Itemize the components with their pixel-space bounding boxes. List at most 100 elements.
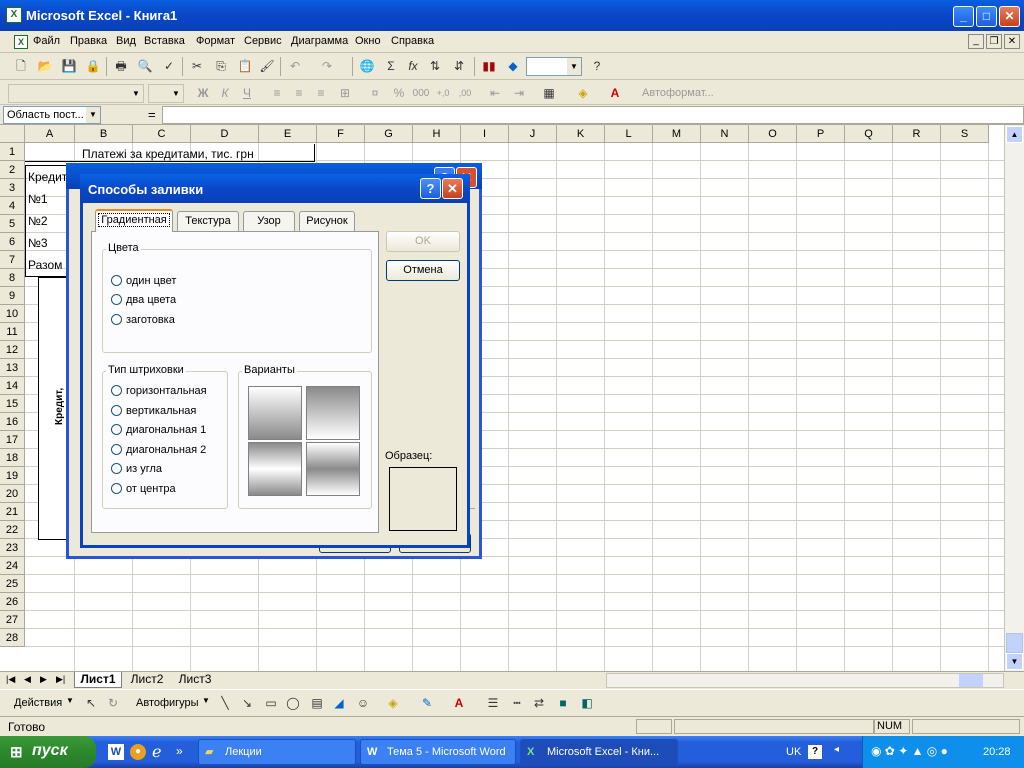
variant-swatch-4[interactable]	[306, 442, 360, 496]
doc-restore-button[interactable]: ❐	[986, 34, 1002, 49]
row-header[interactable]: 2	[0, 161, 25, 179]
tray-chevron-icon[interactable]: ◂	[834, 744, 839, 755]
bold-icon[interactable]: Ж	[194, 85, 212, 102]
task-word[interactable]: W Тема 5 - Microsoft Word	[360, 739, 516, 765]
task-excel[interactable]: X Microsoft Excel - Кни...	[520, 739, 678, 765]
row-header[interactable]: 14	[0, 377, 25, 395]
help-tray-icon[interactable]: ?	[808, 745, 822, 759]
sort-desc-icon[interactable]: ⇵	[450, 58, 468, 75]
column-header[interactable]: G	[365, 125, 413, 143]
menu-view[interactable]: Вид	[116, 35, 136, 47]
sheet-tab-3[interactable]: Лист3	[172, 672, 218, 688]
column-header[interactable]: P	[797, 125, 845, 143]
zoom-combo[interactable]: ▼	[526, 57, 582, 76]
shadow-icon[interactable]: ■	[554, 695, 572, 712]
column-header[interactable]: M	[653, 125, 701, 143]
label-from-center[interactable]: от центра	[126, 483, 176, 495]
column-header[interactable]: H	[413, 125, 461, 143]
language-indicator[interactable]: UK	[786, 746, 801, 758]
column-header[interactable]: N	[701, 125, 749, 143]
radio-horizontal[interactable]	[111, 385, 122, 396]
autosum-icon[interactable]: Σ	[382, 58, 400, 75]
last-sheet-icon[interactable]: ▶|	[56, 674, 65, 685]
align-left-icon[interactable]: ≡	[268, 85, 286, 102]
radio-from-center[interactable]	[111, 483, 122, 494]
row-header[interactable]: 19	[0, 467, 25, 485]
column-header[interactable]: S	[941, 125, 989, 143]
column-header[interactable]: A	[25, 125, 75, 143]
hscroll-thumb[interactable]	[959, 674, 983, 687]
oval-icon[interactable]: ◯	[284, 695, 302, 712]
row-header[interactable]: 22	[0, 521, 25, 539]
align-right-icon[interactable]: ≡	[312, 85, 330, 102]
label-horizontal[interactable]: горизонтальная	[126, 385, 207, 397]
tab-pattern[interactable]: Узор	[243, 211, 295, 231]
scroll-up-icon[interactable]: ▲	[1006, 126, 1023, 143]
redo-icon[interactable]: ↷	[318, 58, 336, 75]
row-header[interactable]: 12	[0, 341, 25, 359]
thousands-icon[interactable]: 000	[412, 85, 430, 102]
merge-center-icon[interactable]: ⊞	[336, 85, 354, 102]
row-header[interactable]: 25	[0, 575, 25, 593]
copy-icon[interactable]: ⎘	[212, 58, 230, 75]
label-vertical[interactable]: вертикальная	[126, 405, 196, 417]
column-header[interactable]: O	[749, 125, 797, 143]
sort-asc-icon[interactable]: ⇅	[426, 58, 444, 75]
radio-from-corner[interactable]	[111, 463, 122, 474]
column-header[interactable]: I	[461, 125, 509, 143]
decrease-decimal-icon[interactable]: ,00	[456, 85, 474, 102]
chart-wizard-icon[interactable]: ▮▮	[480, 58, 498, 75]
print-icon[interactable]: 🖶	[112, 58, 130, 75]
row-header[interactable]: 23	[0, 539, 25, 557]
scroll-down-icon[interactable]: ▼	[1006, 653, 1023, 670]
3d-icon[interactable]: ◧	[578, 695, 596, 712]
textbox-icon[interactable]: ▤	[308, 695, 326, 712]
row-header[interactable]: 4	[0, 197, 25, 215]
rotate-icon[interactable]: ↻	[104, 695, 122, 712]
row-header[interactable]: 5	[0, 215, 25, 233]
new-icon[interactable]: 🗋	[12, 58, 30, 75]
paste-icon[interactable]: 📋	[236, 58, 254, 75]
column-header[interactable]: B	[75, 125, 133, 143]
excel-app-icon[interactable]: X	[6, 7, 22, 23]
horizontal-scrollbar[interactable]	[606, 673, 1004, 688]
row-header[interactable]: 6	[0, 233, 25, 251]
tray-icons[interactable]: ◉ ✿ ✦ ▲ ◎ ●	[871, 744, 948, 758]
dash-style-icon[interactable]: ┅	[508, 695, 526, 712]
open-icon[interactable]: 📂	[36, 58, 54, 75]
fill-color-icon[interactable]: ◈	[384, 695, 402, 712]
variant-swatch-3[interactable]	[248, 442, 302, 496]
row-header[interactable]: 16	[0, 413, 25, 431]
format-painter-icon[interactable]: 🖌	[258, 58, 276, 75]
ok-button[interactable]: OK	[386, 231, 460, 252]
label-diagonal-2[interactable]: диагональная 2	[126, 444, 206, 456]
fill-color-icon[interactable]: ◈	[574, 85, 592, 102]
row-header[interactable]: 24	[0, 557, 25, 575]
italic-icon[interactable]: К	[216, 85, 234, 102]
menu-window[interactable]: Окно	[355, 35, 381, 47]
menu-tools[interactable]: Сервис	[244, 35, 282, 47]
chevron-down-icon[interactable]: ▼	[202, 696, 210, 705]
label-preset[interactable]: заготовка	[126, 314, 175, 326]
font-color-icon[interactable]: A	[450, 695, 468, 712]
help-icon[interactable]: ?	[588, 58, 606, 75]
print-preview-icon[interactable]: 🔍	[136, 58, 154, 75]
column-header[interactable]: R	[893, 125, 941, 143]
sheet-tab-1[interactable]: Лист1	[74, 672, 122, 688]
formula-input[interactable]	[162, 106, 1024, 124]
radio-two-colors[interactable]	[111, 294, 122, 305]
line-icon[interactable]: ╲	[216, 695, 234, 712]
sheet-tab-2[interactable]: Лист2	[124, 672, 170, 688]
hyperlink-icon[interactable]: 🌐	[358, 58, 376, 75]
start-button[interactable]: ⊞ пуск	[0, 736, 96, 768]
column-header[interactable]: Q	[845, 125, 893, 143]
label-from-corner[interactable]: из угла	[126, 463, 162, 475]
permission-icon[interactable]: 🔒	[84, 58, 102, 75]
name-box[interactable]: Область пост... ▼	[3, 106, 101, 124]
row-header[interactable]: 1	[0, 143, 25, 161]
spelling-icon[interactable]: ✓	[160, 58, 178, 75]
clipart-icon[interactable]: ☺	[354, 695, 372, 712]
doc-close-button[interactable]: ✕	[1004, 34, 1020, 49]
row-header[interactable]: 10	[0, 305, 25, 323]
column-header[interactable]: L	[605, 125, 653, 143]
